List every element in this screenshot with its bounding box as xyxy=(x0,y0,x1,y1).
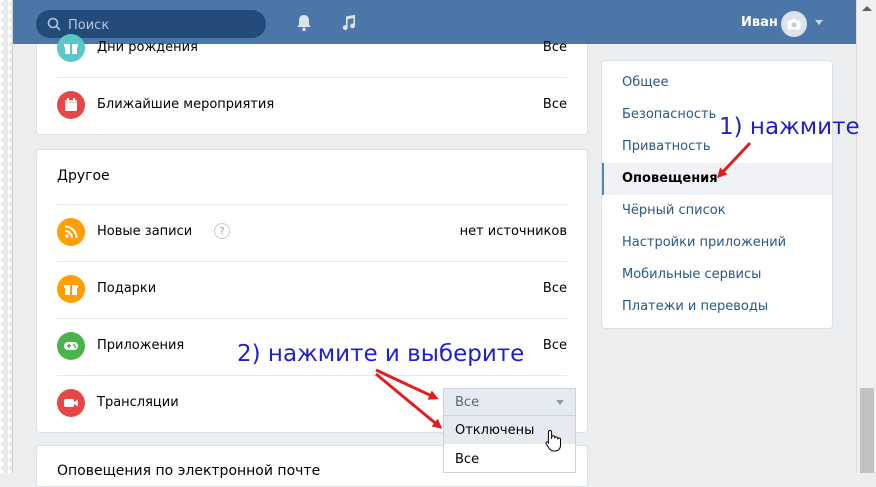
row-label: Новые записи xyxy=(97,224,193,239)
chevron-down-icon[interactable] xyxy=(815,20,823,25)
row-divider xyxy=(57,261,567,262)
settings-row-gifts: Подарки Все xyxy=(57,261,567,317)
menu-item-label: Платежи и переводы xyxy=(622,299,769,314)
row-label: Подарки xyxy=(97,281,157,296)
gamepad-icon xyxy=(57,332,85,360)
broadcasts-select[interactable]: Все xyxy=(443,388,576,416)
events-card: Дни рождения Все Ближайшие мероприятия В… xyxy=(36,34,588,135)
menu-item-general[interactable]: Общее xyxy=(602,67,832,99)
scroll-up-arrow-icon[interactable] xyxy=(862,6,872,11)
calendar-icon xyxy=(57,91,85,119)
row-label: Трансляции xyxy=(97,395,179,410)
rss-icon xyxy=(57,218,85,246)
menu-item-notifications[interactable]: Оповещения xyxy=(602,163,832,195)
row-value-link[interactable]: Все xyxy=(543,338,567,353)
row-divider xyxy=(57,375,567,376)
menu-item-label: Оповещения xyxy=(622,171,718,186)
row-divider xyxy=(57,77,567,78)
menu-item-label: Чёрный список xyxy=(622,203,726,218)
menu-item-label: Безопасность xyxy=(622,107,717,122)
row-value-link[interactable]: нет источников xyxy=(460,224,567,239)
row-divider xyxy=(57,204,567,205)
row-divider xyxy=(57,318,567,319)
section-title: Оповещения по электронной почте xyxy=(57,463,321,479)
scrollbar-thumb[interactable] xyxy=(860,388,874,473)
gift-icon xyxy=(57,34,85,62)
settings-row-events: Ближайшие мероприятия Все xyxy=(57,77,567,133)
row-label: Ближайшие мероприятия xyxy=(97,97,275,112)
settings-menu: Общее Безопасность Приватность Оповещени… xyxy=(601,60,833,329)
menu-item-label: Настройки приложений xyxy=(622,235,787,250)
row-value-link[interactable]: Все xyxy=(543,40,567,55)
menu-item-app-settings[interactable]: Настройки приложений xyxy=(602,227,832,259)
settings-row-new-posts: Новые записи ? нет источников xyxy=(57,204,567,260)
help-icon[interactable]: ? xyxy=(214,223,230,239)
menu-item-label: Мобильные сервисы xyxy=(622,267,762,282)
select-value: Все xyxy=(455,395,480,410)
scrollbar[interactable] xyxy=(856,0,876,473)
section-title: Другое xyxy=(57,168,110,184)
menu-item-mobile-services[interactable]: Мобильные сервисы xyxy=(602,259,832,291)
option-label: Отключены xyxy=(455,423,535,438)
row-label: Приложения xyxy=(97,338,185,353)
row-value-link[interactable]: Все xyxy=(543,97,567,112)
annotation-step1: 1) нажмите xyxy=(719,114,860,140)
menu-item-label: Общее xyxy=(622,75,669,90)
avatar[interactable] xyxy=(781,11,807,37)
user-name[interactable]: Иван xyxy=(741,15,778,30)
menu-item-blacklist[interactable]: Чёрный список xyxy=(602,195,832,227)
camera-icon xyxy=(787,18,801,30)
menu-item-payments[interactable]: Платежи и переводы xyxy=(602,291,832,323)
annotation-step2: 2) нажмите и выберите xyxy=(237,341,525,367)
hand-cursor-icon xyxy=(545,429,561,452)
option-label: Все xyxy=(455,452,480,467)
torn-screenshot-edge xyxy=(0,0,13,473)
menu-item-label: Приватность xyxy=(622,139,711,154)
row-value-link[interactable]: Все xyxy=(543,281,567,296)
video-icon xyxy=(57,389,85,417)
chevron-down-icon xyxy=(556,400,564,405)
settings-row-birthdays: Дни рождения Все xyxy=(57,20,567,76)
gift-icon xyxy=(57,275,85,303)
row-label: Дни рождения xyxy=(97,40,198,55)
